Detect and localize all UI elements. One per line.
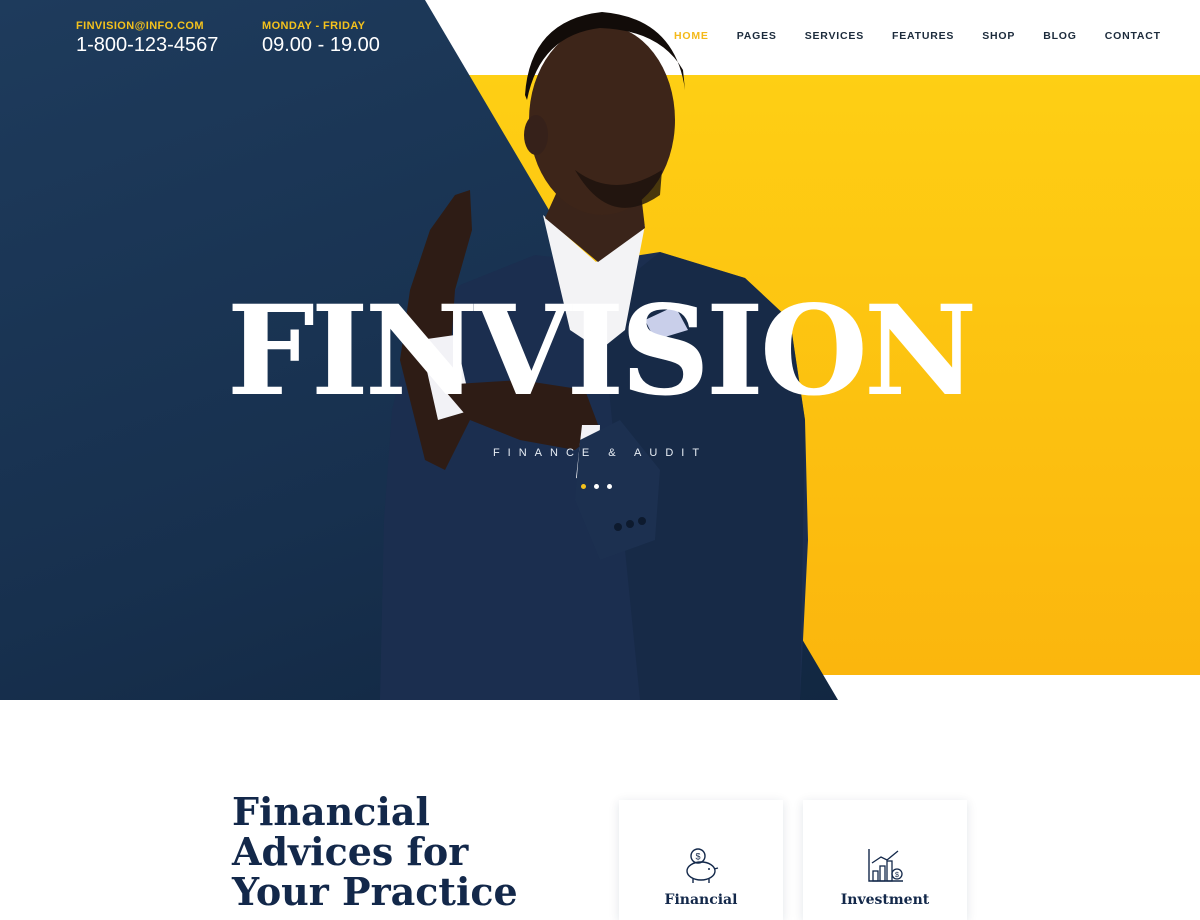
card-title-financial: Financial <box>664 892 738 908</box>
main-nav: HOME PAGES SERVICES FEATURES SHOP BLOG C… <box>660 30 1175 42</box>
section-heading: Financial Advices for Your Practice <box>232 792 572 912</box>
svg-text:$: $ <box>895 872 899 879</box>
phone-number[interactable]: 1-800-123-4567 <box>76 34 218 57</box>
slider-dots <box>577 484 616 489</box>
svg-text:$: $ <box>695 852 700 862</box>
hero-tagline: FINANCE & AUDIT <box>492 447 708 459</box>
heading-line-2: Advices for <box>232 828 469 874</box>
growth-chart-icon: $ <box>868 849 903 882</box>
nav-item-services[interactable]: SERVICES <box>805 30 864 42</box>
hours-value: 09.00 - 19.00 <box>262 34 380 56</box>
nav-item-contact[interactable]: CONTACT <box>1105 30 1161 42</box>
piggy-bank-icon: $ <box>686 848 719 883</box>
service-card-financial[interactable]: $ Financial <box>619 800 783 920</box>
email-label[interactable]: FINVISION@INFO.COM <box>76 20 218 32</box>
slider-dot-3[interactable] <box>607 484 612 489</box>
heading-line-3: Your Practice <box>232 868 518 914</box>
slider-dot-2[interactable] <box>594 484 599 489</box>
slider-dot-1[interactable] <box>581 484 586 489</box>
service-card-investment[interactable]: $ Investment <box>803 800 967 920</box>
hero-section: FINVISION@INFO.COM 1-800-123-4567 MONDAY… <box>0 0 1200 700</box>
nav-item-features[interactable]: FEATURES <box>892 30 954 42</box>
card-title-investment: Investment <box>840 892 930 908</box>
hours-label: MONDAY - FRIDAY <box>262 20 366 32</box>
nav-item-pages[interactable]: PAGES <box>737 30 777 42</box>
contact-email-block: FINVISION@INFO.COM 1-800-123-4567 <box>76 20 218 57</box>
nav-item-home[interactable]: HOME <box>674 30 709 42</box>
nav-item-shop[interactable]: SHOP <box>982 30 1015 42</box>
heading-line-1: Financial <box>232 789 430 834</box>
nav-item-blog[interactable]: BLOG <box>1043 30 1077 42</box>
hero-brand-title: FINVISION <box>226 279 978 424</box>
contact-hours-block: MONDAY - FRIDAY 09.00 - 19.00 <box>262 20 380 57</box>
